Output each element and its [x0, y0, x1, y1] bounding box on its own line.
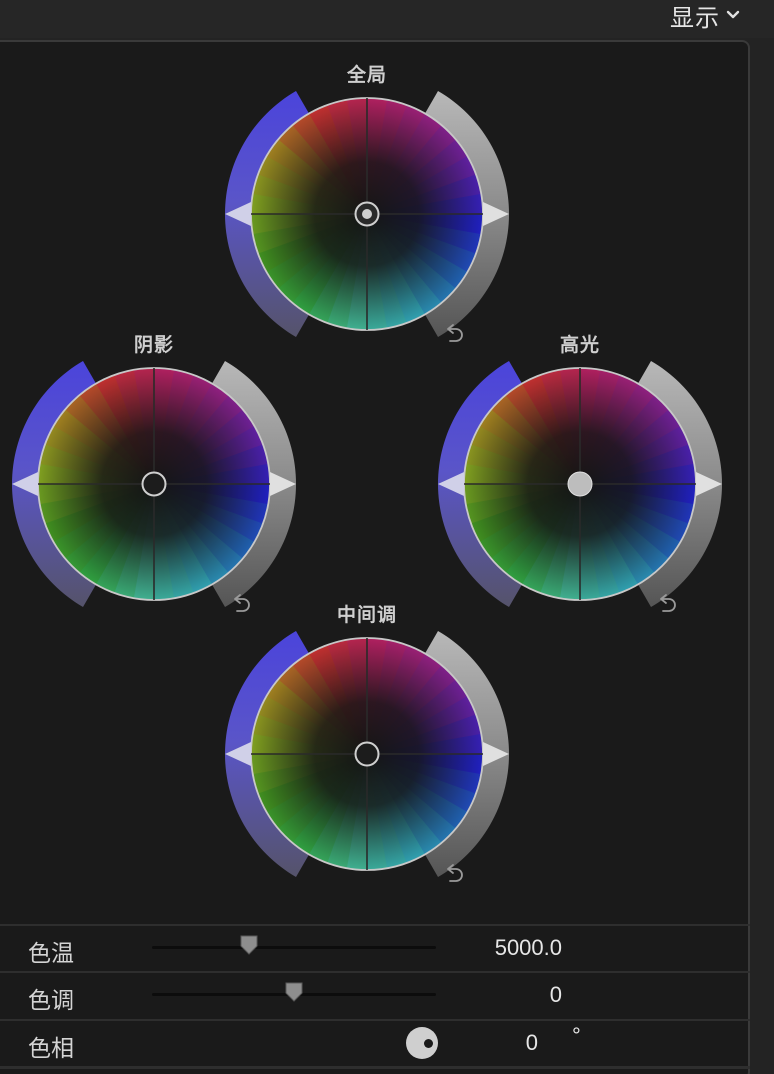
hue-unit: ° [572, 1023, 581, 1048]
hue-knob-indicator [424, 1039, 433, 1048]
wheel-highlights: 高光 [430, 330, 730, 612]
reset-icon[interactable] [656, 592, 678, 616]
hue-label: 色相 [28, 1035, 74, 1061]
temperature-label: 色温 [28, 940, 74, 966]
wheel-global: 全局 [217, 60, 517, 342]
reset-icon[interactable] [443, 862, 465, 886]
wheel-global-title: 全局 [346, 65, 387, 86]
temperature-row: 色温 5000.0 [0, 924, 750, 970]
tint-label: 色调 [28, 987, 74, 1013]
display-menu-label: 显示 [670, 4, 720, 32]
hue-knob[interactable] [406, 1027, 438, 1059]
display-menu-button[interactable]: 显示 [670, 0, 740, 32]
color-wheel[interactable] [217, 84, 517, 344]
tint-slider-thumb[interactable] [285, 982, 303, 1002]
hue-row: 色相 0 ° [0, 1019, 750, 1065]
wheel-midtones-title: 中间调 [336, 605, 397, 626]
color-wheel[interactable] [4, 354, 304, 614]
hue-value[interactable]: 0 [526, 1030, 538, 1056]
chevron-down-icon [726, 10, 740, 19]
divider [0, 1066, 750, 1069]
temperature-slider-track[interactable] [152, 946, 436, 949]
color-wheel[interactable] [430, 354, 730, 614]
top-bar: 显示 [0, 0, 774, 38]
wheel-midtones: 中间调 [217, 600, 517, 882]
tint-value[interactable]: 0 [550, 982, 562, 1008]
tint-row: 色调 0 [0, 971, 750, 1017]
wheel-shadows: 阴影 [4, 330, 304, 612]
temperature-value[interactable]: 5000.0 [495, 935, 562, 961]
wheel-highlights-title: 高光 [559, 335, 600, 356]
temperature-slider-thumb[interactable] [240, 935, 258, 955]
color-wheel[interactable] [217, 624, 517, 884]
wheel-shadows-title: 阴影 [133, 335, 174, 356]
